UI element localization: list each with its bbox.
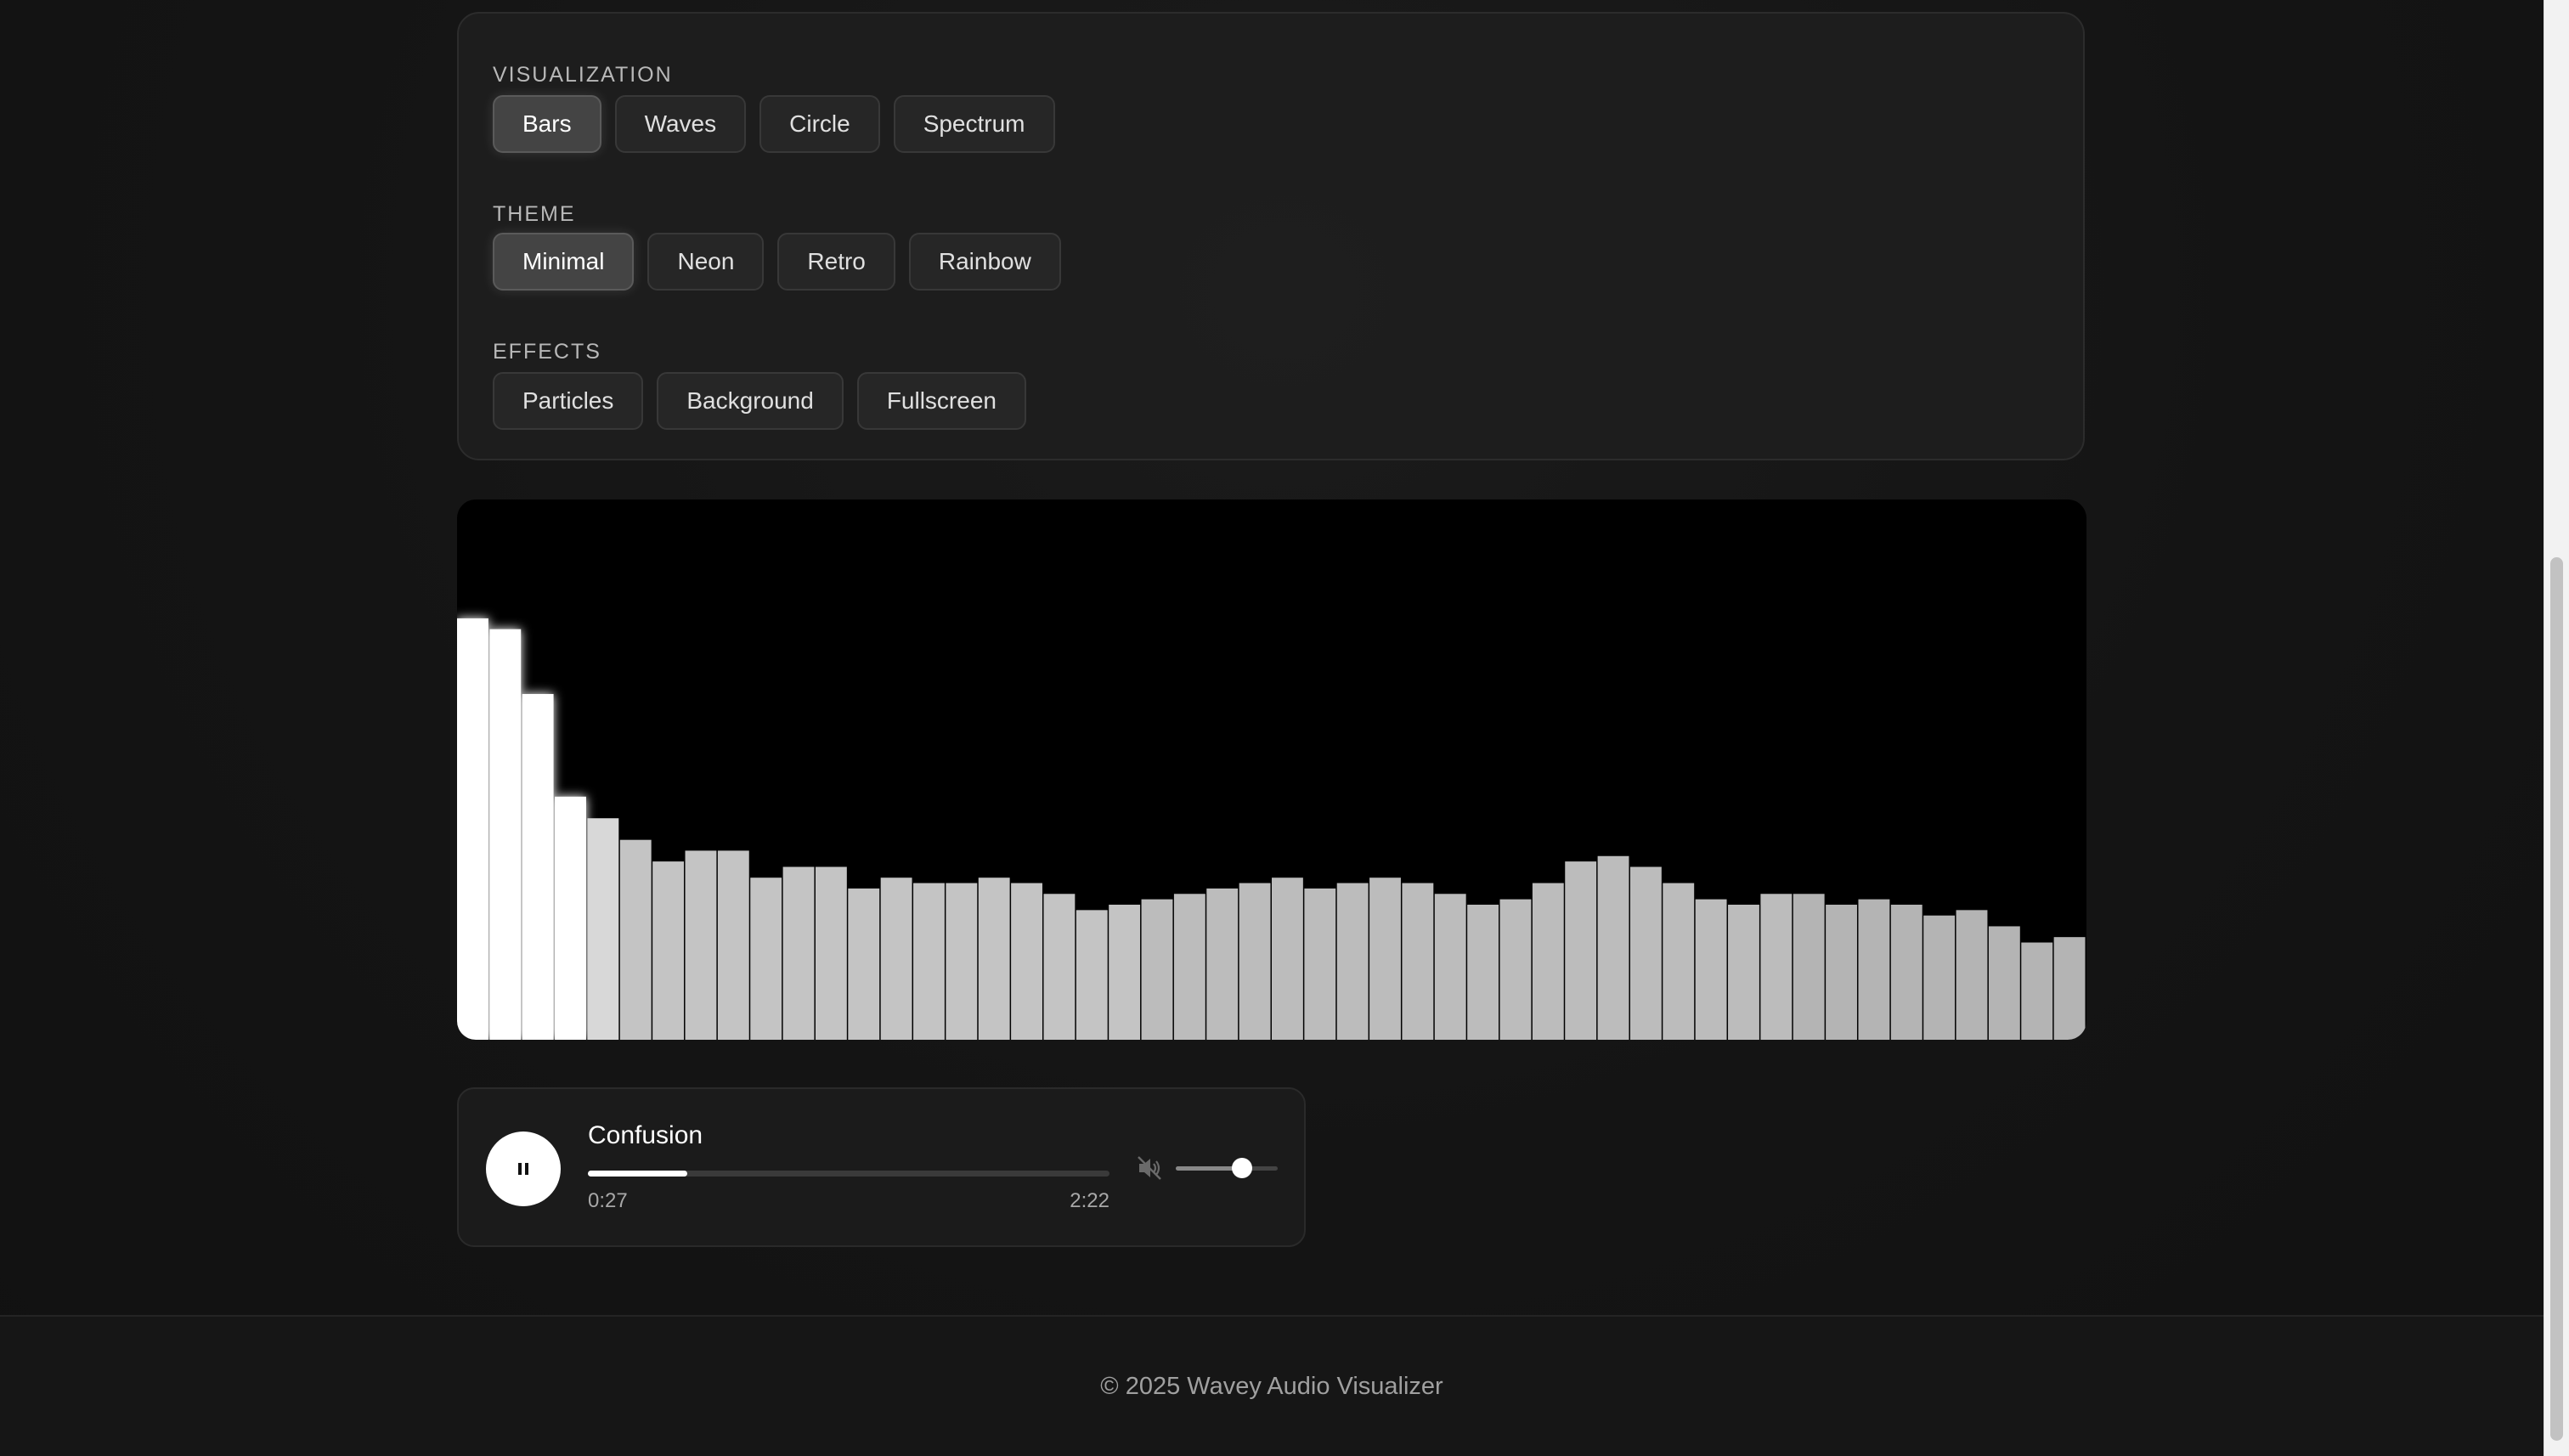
- visualization-options: Bars Waves Circle Spectrum: [493, 95, 1055, 153]
- page-scrollbar[interactable]: [2544, 0, 2569, 1456]
- visualizer-bar: [489, 629, 522, 1040]
- theme-options: Minimal Neon Retro Rainbow: [493, 233, 1061, 291]
- effects-options: Particles Background Fullscreen: [493, 372, 1026, 430]
- effect-fullscreen-button[interactable]: Fullscreen: [856, 372, 1026, 430]
- visualizer-bar: [457, 618, 488, 1040]
- visualizer-bar: [1369, 878, 1401, 1040]
- visualizer-bar: [1532, 883, 1564, 1040]
- visualizer-bar: [1141, 899, 1173, 1040]
- visualizer-bar: [1336, 883, 1369, 1040]
- footer: © 2025 Wavey Audio Visualizer: [0, 1315, 2544, 1456]
- visualizer-bar: [978, 878, 1010, 1040]
- visualizer-bar: [652, 861, 685, 1040]
- theme-label: THEME: [493, 202, 576, 226]
- visualizer-bar: [1793, 894, 1825, 1040]
- visualizer-bar: [1043, 894, 1076, 1040]
- visualizer-bar: [1629, 866, 1662, 1040]
- visualization-spectrum-button[interactable]: Spectrum: [893, 95, 1055, 153]
- visualizer-bar: [1826, 905, 1857, 1040]
- visualizer-bar: [1173, 894, 1205, 1040]
- visualizer-bar: [815, 866, 847, 1040]
- visualizer-bar: [913, 883, 945, 1040]
- footer-copyright: © 2025 Wavey Audio Visualizer: [1100, 1373, 1443, 1400]
- scrollbar-thumb[interactable]: [2550, 557, 2563, 1441]
- visualizer-bar: [1695, 899, 1727, 1040]
- volume-thumb[interactable]: [1232, 1158, 1252, 1178]
- visualizer-bar: [1076, 910, 1108, 1040]
- visualizer-bar: [2053, 937, 2086, 1040]
- visualizer-bar: [1597, 855, 1629, 1040]
- effects-label: EFFECTS: [493, 340, 601, 364]
- visualization-bars-button[interactable]: Bars: [493, 95, 601, 153]
- pause-button[interactable]: [486, 1132, 561, 1206]
- speaker-muted-icon[interactable]: [1135, 1154, 1164, 1182]
- visualizer-bar: [1272, 878, 1303, 1040]
- volume-slider[interactable]: [1176, 1158, 1278, 1178]
- visualizer-bar: [1499, 899, 1532, 1040]
- theme-neon-button[interactable]: Neon: [647, 233, 765, 291]
- visualizer-bar: [1956, 910, 1988, 1040]
- visualizer-bar: [1988, 926, 2020, 1040]
- visualizer-bar: [619, 839, 652, 1040]
- progress-fill: [588, 1171, 687, 1177]
- visualizer-bar: [946, 883, 978, 1040]
- current-time: 0:27: [588, 1189, 628, 1212]
- visualizer-bar: [685, 850, 717, 1040]
- effect-background-button[interactable]: Background: [657, 372, 844, 430]
- visualizer-bar: [1663, 883, 1695, 1040]
- visualizer-bar: [1890, 905, 1923, 1040]
- visualizer-bar: [717, 850, 749, 1040]
- visualizer-canvas: [457, 499, 2086, 1040]
- visualizer-bars: [457, 618, 2086, 1040]
- visualizer-bar: [587, 818, 619, 1040]
- visualizer-bar: [1467, 905, 1499, 1040]
- visualizer-bar: [1728, 905, 1759, 1040]
- visualizer-bar: [1760, 894, 1793, 1040]
- visualization-circle-button[interactable]: Circle: [759, 95, 880, 153]
- total-time: 2:22: [1070, 1189, 1109, 1212]
- visualizer-bar: [750, 878, 782, 1040]
- visualizer-bar: [1239, 883, 1271, 1040]
- visualizer-bar: [1402, 883, 1434, 1040]
- audio-player: Confusion 0:27 2:22: [457, 1087, 1306, 1247]
- visualizer-bar: [1304, 888, 1336, 1040]
- visualizer-bar: [782, 866, 815, 1040]
- theme-retro-button[interactable]: Retro: [777, 233, 895, 291]
- pause-icon: [518, 1163, 528, 1175]
- visualizer-bar: [1011, 883, 1042, 1040]
- visualizer-bar: [1109, 905, 1141, 1040]
- visualization-waves-button[interactable]: Waves: [614, 95, 747, 153]
- visualizer-bar: [880, 878, 912, 1040]
- controls-panel: VISUALIZATION Bars Waves Circle Spectrum TH…: [457, 12, 2085, 460]
- theme-rainbow-button[interactable]: Rainbow: [908, 233, 1061, 291]
- visualizer-bar: [1206, 888, 1239, 1040]
- theme-minimal-button[interactable]: Minimal: [493, 233, 635, 291]
- visualizer-bar: [1858, 899, 1890, 1040]
- visualizer-bar: [2021, 942, 2053, 1040]
- visualizer-bar: [1565, 861, 1597, 1040]
- track-title: Confusion: [588, 1121, 703, 1149]
- visualizer-bar: [1923, 915, 1956, 1040]
- progress-bar[interactable]: [588, 1171, 1109, 1177]
- effect-particles-button[interactable]: Particles: [493, 372, 644, 430]
- visualizer-bar: [1434, 894, 1466, 1040]
- visualization-label: VISUALIZATION: [493, 63, 673, 87]
- page: VISUALIZATION Bars Waves Circle Spectrum TH…: [0, 0, 2569, 1456]
- visualizer-bar: [848, 888, 880, 1040]
- visualizer-bar: [555, 796, 586, 1040]
- visualizer-bar: [522, 693, 554, 1040]
